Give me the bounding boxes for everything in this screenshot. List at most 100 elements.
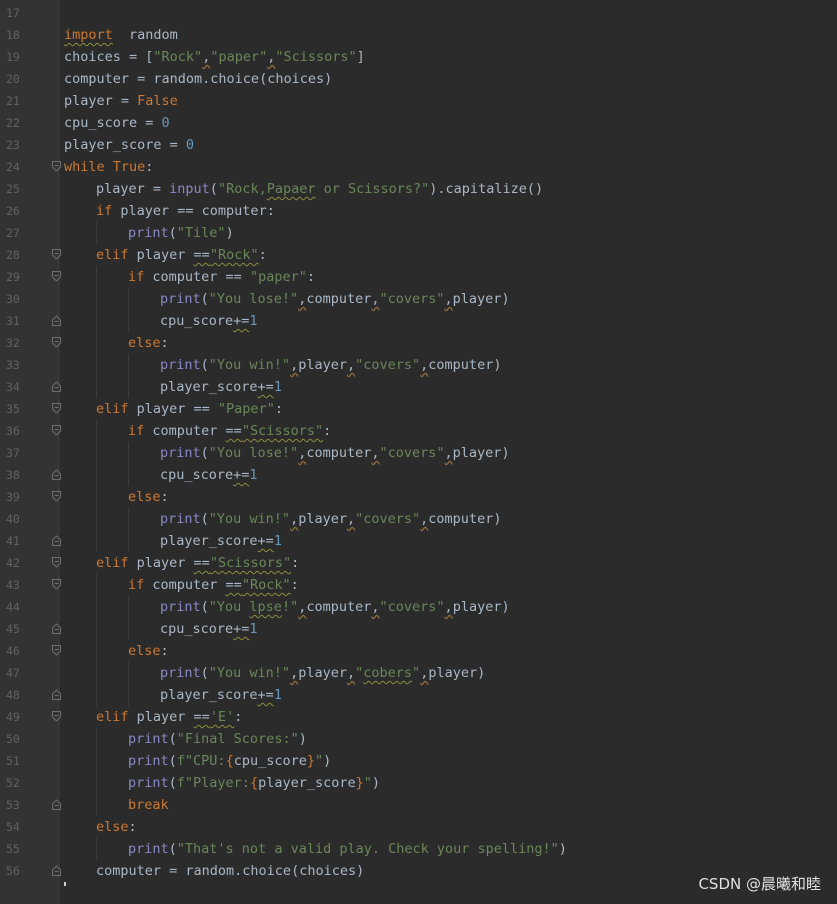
fold-close-icon[interactable] bbox=[52, 865, 61, 876]
code-line[interactable]: 21 player = False bbox=[0, 90, 837, 112]
code-text[interactable]: while True: bbox=[64, 156, 153, 178]
fold-close-icon[interactable] bbox=[52, 689, 61, 700]
code-text[interactable]: elif player =='E': bbox=[96, 706, 242, 728]
code-line[interactable]: 35 elif player == "Paper": bbox=[0, 398, 837, 420]
code-line[interactable]: 34 player_score+=1 bbox=[0, 376, 837, 398]
code-line[interactable]: 31 cpu_score+=1 bbox=[0, 310, 837, 332]
code-text[interactable]: print(f"Player:{player_score}") bbox=[128, 772, 380, 794]
code-text[interactable]: else: bbox=[128, 486, 169, 508]
code-text[interactable]: cpu_score+=1 bbox=[160, 618, 258, 640]
code-line[interactable]: 23 player_score = 0 bbox=[0, 134, 837, 156]
code-text[interactable]: player_score = 0 bbox=[64, 134, 194, 156]
code-text[interactable]: if player == computer: bbox=[96, 200, 275, 222]
code-text[interactable]: choices = ["Rock","paper","Scissors"] bbox=[64, 46, 365, 68]
code-text[interactable]: computer = random.choice(choices) bbox=[96, 860, 364, 882]
code-line[interactable]: 28 elif player =="Rock": bbox=[0, 244, 837, 266]
code-line[interactable]: 22 cpu_score = 0 bbox=[0, 112, 837, 134]
code-line[interactable]: 24 while True: bbox=[0, 156, 837, 178]
code-line[interactable]: 32 else: bbox=[0, 332, 837, 354]
code-token: print bbox=[128, 731, 169, 747]
code-line[interactable]: 44 print("You lpse!",computer,"covers",pl… bbox=[0, 596, 837, 618]
code-text[interactable]: player = input("Rock,Papaer or Scissors?… bbox=[96, 178, 543, 200]
fold-open-icon[interactable] bbox=[52, 249, 61, 260]
code-text[interactable]: elif player =="Scissors": bbox=[96, 552, 299, 574]
code-line[interactable]: 43 if computer =="Rock": bbox=[0, 574, 837, 596]
fold-open-icon[interactable] bbox=[52, 161, 61, 172]
code-text[interactable]: else: bbox=[96, 816, 137, 838]
code-line[interactable]: 55 print("That's not a valid play. Check … bbox=[0, 838, 837, 860]
fold-open-icon[interactable] bbox=[52, 557, 61, 568]
code-line[interactable]: 42 elif player =="Scissors": bbox=[0, 552, 837, 574]
code-text[interactable]: elif player == "Paper": bbox=[96, 398, 283, 420]
fold-open-icon[interactable] bbox=[52, 271, 61, 282]
code-text[interactable]: player_score+=1 bbox=[160, 530, 282, 552]
code-text[interactable]: print(f"CPU:{cpu_score}") bbox=[128, 750, 331, 772]
code-text[interactable]: print("You lpse!",computer,"covers",play… bbox=[160, 596, 510, 618]
code-line[interactable]: 49 elif player =='E': bbox=[0, 706, 837, 728]
code-text[interactable]: elif player =="Rock": bbox=[96, 244, 267, 266]
code-text[interactable]: player = False bbox=[64, 90, 178, 112]
fold-open-icon[interactable] bbox=[52, 645, 61, 656]
code-text[interactable]: if computer =="Rock": bbox=[128, 574, 299, 596]
code-text[interactable]: player_score+=1 bbox=[160, 684, 282, 706]
code-line[interactable]: 37 print("You lose!",computer,"covers",pl… bbox=[0, 442, 837, 464]
fold-close-icon[interactable] bbox=[52, 469, 61, 480]
code-line[interactable]: 38 cpu_score+=1 bbox=[0, 464, 837, 486]
code-line[interactable]: 54 else: bbox=[0, 816, 837, 838]
fold-open-icon[interactable] bbox=[52, 579, 61, 590]
fold-open-icon[interactable] bbox=[52, 337, 61, 348]
fold-open-icon[interactable] bbox=[52, 425, 61, 436]
code-token: == bbox=[193, 247, 210, 263]
code-text[interactable]: print("Tile") bbox=[128, 222, 234, 244]
code-text[interactable]: else: bbox=[128, 332, 169, 354]
code-line[interactable]: 29 if computer == "paper": bbox=[0, 266, 837, 288]
code-line[interactable]: 17 bbox=[0, 2, 837, 24]
code-text[interactable]: computer = random.choice(choices) bbox=[64, 68, 332, 90]
code-line[interactable]: 51 print(f"CPU:{cpu_score}") bbox=[0, 750, 837, 772]
code-text[interactable]: print("You lose!",computer,"covers",play… bbox=[160, 442, 510, 464]
fold-open-icon[interactable] bbox=[52, 403, 61, 414]
code-line[interactable]: 39 else: bbox=[0, 486, 837, 508]
fold-open-icon[interactable] bbox=[52, 711, 61, 722]
code-text[interactable]: import random bbox=[64, 24, 178, 46]
code-text[interactable]: print("You win!",player,"cobers",player) bbox=[160, 662, 485, 684]
code-line[interactable]: 45 cpu_score+=1 bbox=[0, 618, 837, 640]
fold-close-icon[interactable] bbox=[52, 381, 61, 392]
code-line[interactable]: 50 print("Final Scores:") bbox=[0, 728, 837, 750]
code-line[interactable]: 27 print("Tile") bbox=[0, 222, 837, 244]
fold-open-icon[interactable] bbox=[52, 491, 61, 502]
code-line[interactable]: 47 print("You win!",player,"cobers",playe… bbox=[0, 662, 837, 684]
code-line[interactable]: 41 player_score+=1 bbox=[0, 530, 837, 552]
code-text[interactable]: if computer =="Scissors": bbox=[128, 420, 331, 442]
fold-close-icon[interactable] bbox=[52, 535, 61, 546]
code-text[interactable]: print("Final Scores:") bbox=[128, 728, 307, 750]
fold-close-icon[interactable] bbox=[52, 799, 61, 810]
code-text[interactable]: print("That's not a valid play. Check yo… bbox=[128, 838, 567, 860]
code-line[interactable]: 53 break bbox=[0, 794, 837, 816]
code-line[interactable]: 30 print("You lose!",computer,"covers",pl… bbox=[0, 288, 837, 310]
code-text[interactable]: cpu_score+=1 bbox=[160, 310, 258, 332]
code-text[interactable]: print("You win!",player,"covers",compute… bbox=[160, 354, 501, 376]
code-line[interactable]: 33 print("You win!",player,"covers",compu… bbox=[0, 354, 837, 376]
code-line[interactable]: 36 if computer =="Scissors": bbox=[0, 420, 837, 442]
code-line[interactable]: 40 print("You win!",player,"covers",compu… bbox=[0, 508, 837, 530]
code-line[interactable]: 26 if player == computer: bbox=[0, 200, 837, 222]
code-text[interactable]: else: bbox=[128, 640, 169, 662]
code-editor[interactable]: 17 18 import random 19 choices = ["Rock","pa… bbox=[0, 0, 837, 904]
code-text[interactable]: if computer == "paper": bbox=[128, 266, 315, 288]
code-text[interactable]: print("You win!",player,"covers",compute… bbox=[160, 508, 501, 530]
code-line[interactable]: 20 computer = random.choice(choices) bbox=[0, 68, 837, 90]
code-line[interactable]: 25 player = input("Rock,Papaer or Scissor… bbox=[0, 178, 837, 200]
fold-close-icon[interactable] bbox=[52, 315, 61, 326]
code-line[interactable]: 19 choices = ["Rock","paper","Scissors"] bbox=[0, 46, 837, 68]
code-text[interactable]: print("You lose!",computer,"covers",play… bbox=[160, 288, 510, 310]
code-line[interactable]: 52 print(f"Player:{player_score}") bbox=[0, 772, 837, 794]
code-text[interactable]: cpu_score = 0 bbox=[64, 112, 170, 134]
fold-close-icon[interactable] bbox=[52, 623, 61, 634]
code-text[interactable]: player_score+=1 bbox=[160, 376, 282, 398]
code-line[interactable]: 48 player_score+=1 bbox=[0, 684, 837, 706]
code-text[interactable]: cpu_score+=1 bbox=[160, 464, 258, 486]
code-line[interactable]: 46 else: bbox=[0, 640, 837, 662]
code-text[interactable]: break bbox=[128, 794, 169, 816]
code-line[interactable]: 18 import random bbox=[0, 24, 837, 46]
